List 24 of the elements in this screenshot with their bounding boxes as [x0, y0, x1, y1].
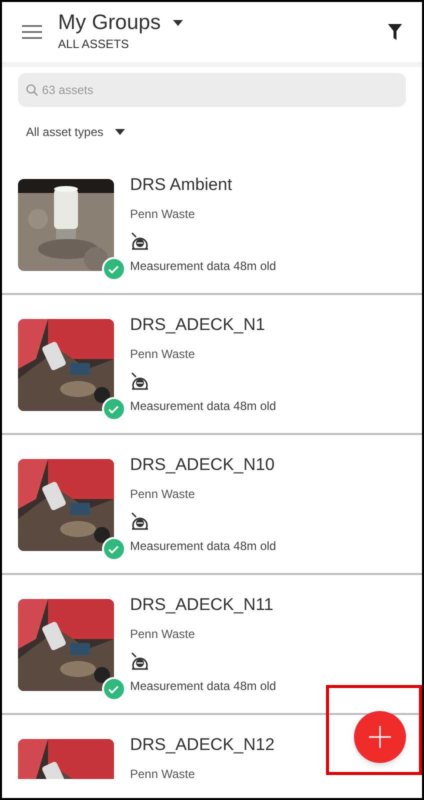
plus-icon [369, 726, 391, 748]
search-field[interactable]: 63 assets [18, 73, 406, 107]
asset-owner: Penn Waste [130, 206, 196, 223]
asset-owner: Penn Waste [130, 486, 196, 503]
asset-name: DRS_ADECK_N10 [130, 454, 276, 476]
status-text: Measurement data 48m old [130, 258, 276, 275]
menu-icon[interactable] [22, 25, 42, 39]
asset-name: DRS_ADECK_N12 [130, 734, 275, 756]
asset-owner: Penn Waste [130, 766, 196, 779]
caret-icon[interactable] [172, 20, 183, 26]
status-text: Measurement data 48m old [130, 398, 276, 415]
group-subtitle: ALL ASSETS [58, 36, 130, 53]
asset-name: DRS_ADECK_N11 [130, 594, 274, 616]
caret-icon[interactable] [115, 129, 126, 135]
asset-type-filter[interactable]: All asset types [26, 123, 104, 141]
asset-owner: Penn Waste [130, 626, 196, 643]
status-text: Measurement data 48m old [130, 678, 276, 695]
filter-icon[interactable] [388, 24, 402, 40]
asset-owner: Penn Waste [130, 346, 196, 363]
status-text: Measurement data 48m old [130, 538, 276, 555]
asset-name: DRS Ambient [130, 174, 234, 196]
search-icon [26, 84, 38, 96]
group-title[interactable]: My Groups [58, 11, 161, 35]
asset-name: DRS_ADECK_N1 [130, 314, 266, 336]
